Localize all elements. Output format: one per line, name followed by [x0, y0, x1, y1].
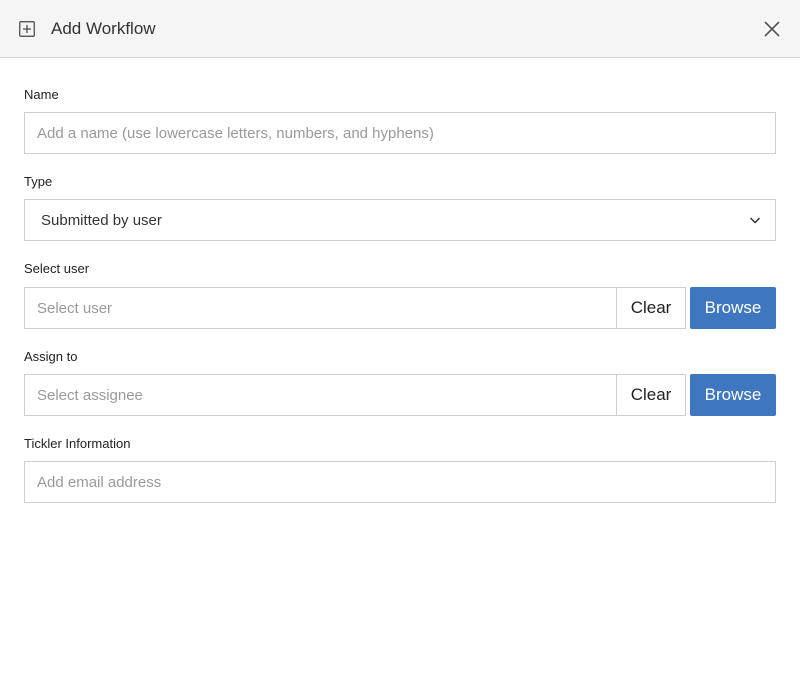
- assign-to-browse-button[interactable]: Browse: [690, 374, 776, 416]
- name-label: Name: [24, 87, 59, 102]
- select-user-browse-button[interactable]: Browse: [690, 287, 776, 329]
- chevron-down-icon: [749, 217, 761, 224]
- name-input[interactable]: [24, 112, 776, 154]
- add-workflow-dialog: Add Workflow Name Type Submitted by user…: [0, 0, 800, 700]
- plus-square-icon: [19, 21, 35, 37]
- dialog-header: Add Workflow: [0, 0, 800, 58]
- tickler-email-input[interactable]: [24, 461, 776, 503]
- select-user-clear-button[interactable]: Clear: [616, 287, 686, 329]
- select-user-label: Select user: [24, 261, 90, 276]
- type-select[interactable]: Submitted by user: [24, 199, 776, 241]
- tickler-label: Tickler Information: [24, 436, 131, 451]
- type-label: Type: [24, 174, 53, 189]
- type-selected-value: Submitted by user: [41, 212, 162, 229]
- dialog-title: Add Workflow: [51, 19, 156, 38]
- select-user-input[interactable]: [24, 287, 617, 329]
- assign-to-label: Assign to: [24, 349, 78, 364]
- close-icon[interactable]: [763, 20, 781, 38]
- assign-to-input[interactable]: [24, 374, 617, 416]
- assign-to-clear-button[interactable]: Clear: [616, 374, 686, 416]
